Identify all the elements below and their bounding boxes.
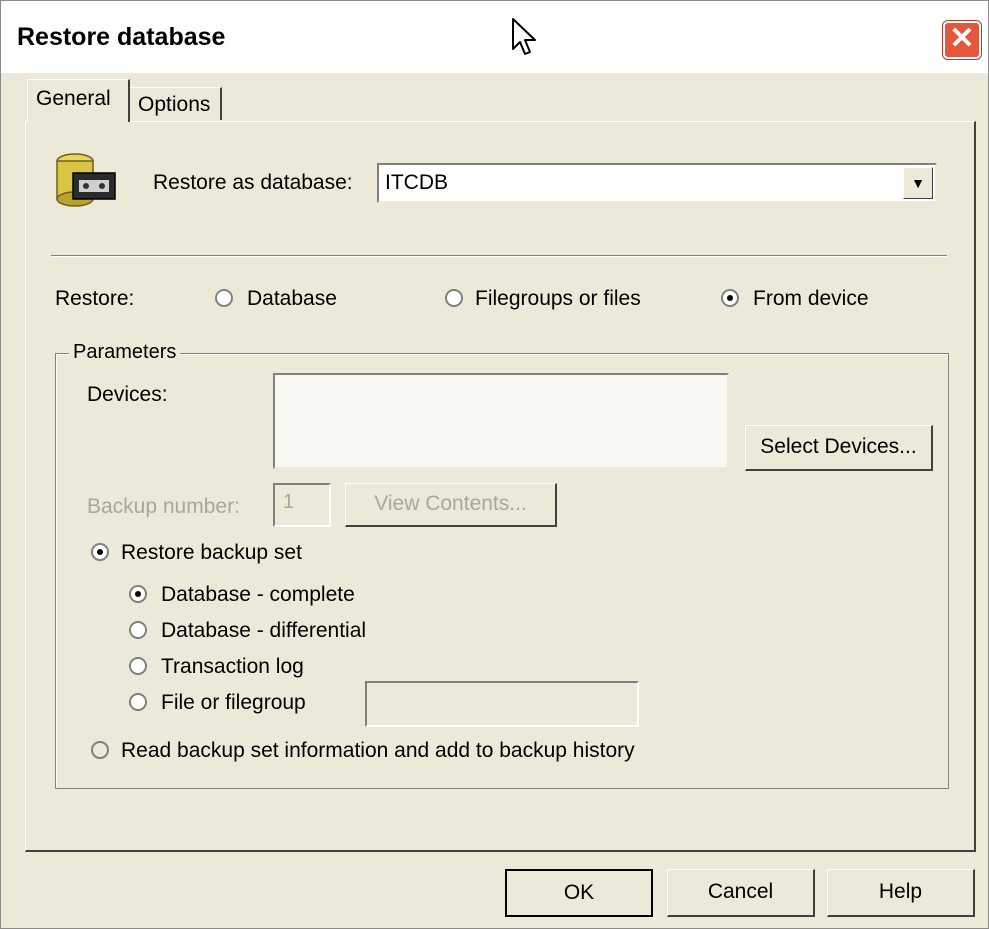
select-devices-label: Select Devices... (760, 435, 917, 458)
tab-options[interactable]: Options (129, 87, 222, 120)
restore-filegroups-label: Filegroups or files (475, 287, 641, 310)
restore-database-radio[interactable] (215, 289, 233, 307)
restore-from-device-radio[interactable] (721, 289, 739, 307)
restore-label: Restore: (55, 287, 135, 310)
window-title: Restore database (17, 23, 226, 51)
read-backup-info-radio[interactable] (91, 741, 109, 759)
file-or-filegroup-radio[interactable] (129, 693, 147, 711)
transaction-log-radio[interactable] (129, 657, 147, 675)
tab-options-label: Options (138, 93, 211, 116)
parameters-group-label: Parameters (69, 341, 181, 364)
read-backup-info-label: Read backup set information and add to b… (121, 739, 635, 762)
restore-from-device-label: From device (753, 287, 869, 310)
transaction-log-label: Transaction log (161, 655, 304, 678)
tab-general[interactable]: General (27, 79, 130, 122)
devices-label: Devices: (87, 383, 168, 406)
database-differential-radio[interactable] (129, 621, 147, 639)
ok-button[interactable]: OK (505, 869, 653, 917)
dropdown-button[interactable]: ▼ (903, 167, 933, 199)
restore-database-dialog: Restore database ✕ General Options Resto… (0, 0, 989, 929)
close-icon: ✕ (949, 22, 975, 55)
restore-as-database-value: ITCDB (385, 171, 448, 194)
chevron-down-icon: ▼ (911, 175, 925, 191)
select-devices-button[interactable]: Select Devices... (745, 425, 933, 471)
restore-backup-set-radio[interactable] (91, 543, 109, 561)
cancel-label: Cancel (707, 880, 774, 903)
title-bar: Restore database ✕ (1, 1, 988, 73)
restore-database-label: Database (247, 287, 337, 310)
mouse-pointer-icon (512, 18, 536, 55)
database-differential-label: Database - differential (161, 619, 367, 642)
backup-number-field[interactable]: 1 (273, 483, 331, 527)
restore-as-database-label: Restore as database: (153, 171, 353, 194)
separator (51, 255, 947, 257)
database-complete-radio[interactable] (129, 585, 147, 603)
cancel-button[interactable]: Cancel (667, 869, 815, 917)
tab-general-label: General (36, 87, 111, 110)
restore-backup-set-label: Restore backup set (121, 541, 302, 564)
restore-filegroups-radio[interactable] (445, 289, 463, 307)
help-button[interactable]: Help (827, 869, 975, 917)
devices-list[interactable] (273, 373, 729, 469)
help-label: Help (878, 880, 923, 903)
backup-number-value: 1 (283, 491, 295, 513)
database-complete-label: Database - complete (161, 583, 355, 606)
view-contents-label: View Contents... (374, 492, 527, 515)
restore-as-database-combo[interactable]: ITCDB ▼ (377, 163, 937, 203)
file-or-filegroup-label: File or filegroup (161, 691, 306, 714)
view-contents-button[interactable]: View Contents... (345, 483, 557, 527)
backup-number-label: Backup number: (87, 495, 240, 518)
database-device-icon (56, 153, 116, 207)
close-button[interactable]: ✕ (943, 21, 981, 59)
ok-label: OK (563, 881, 595, 904)
file-or-filegroup-field[interactable] (365, 681, 639, 727)
